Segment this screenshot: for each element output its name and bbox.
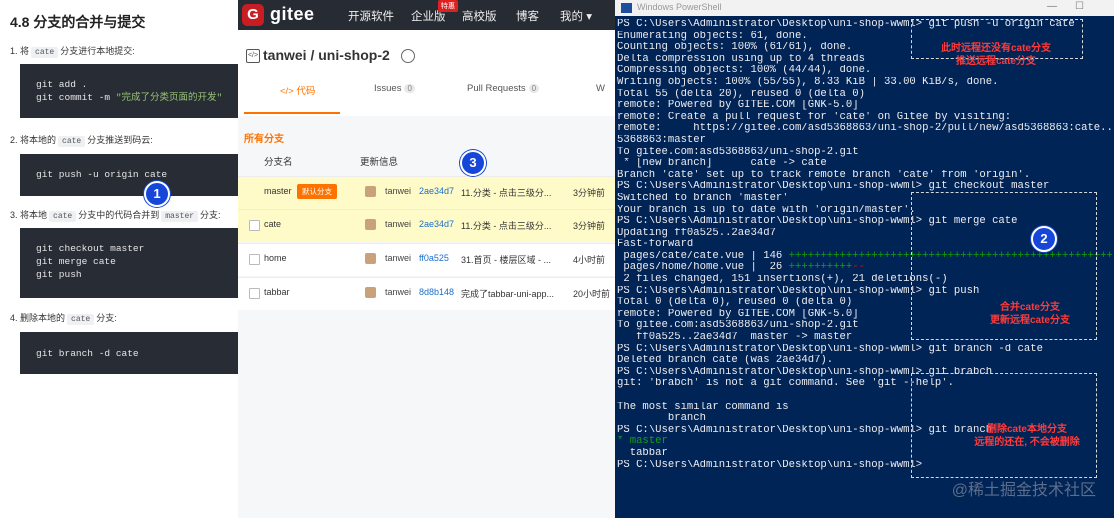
terminal-line: To gitee.com:asd5368863/uni-shop-2.git: [617, 146, 859, 158]
commit-time: 3分钟前: [573, 188, 606, 198]
step-2-text: 2. 将本地的 cate 分支推送到码云:: [10, 135, 153, 147]
powershell-icon: [621, 3, 632, 13]
branch-checkbox[interactable]: [249, 220, 260, 231]
branch-checkbox[interactable]: [249, 288, 260, 299]
commit-user[interactable]: tanwei: [385, 253, 411, 263]
repo-icon: </>: [246, 49, 260, 63]
branch-row[interactable]: cate tanwei 2ae34d7 11.分类 - 点击三级分... 3分钟…: [238, 209, 615, 242]
col-update-info: 更新信息: [360, 157, 399, 168]
avatar: [365, 253, 376, 264]
commit-user[interactable]: tanwei: [385, 186, 411, 196]
branch-name[interactable]: master: [264, 186, 292, 196]
terminal-line: PS C:\Users\Administrator\Desktop\uni-sh…: [617, 343, 1043, 355]
step-1-text: 1. 将 cate 分支进行本地提交:: [10, 46, 135, 58]
tab-wiki[interactable]: W: [596, 83, 605, 94]
doc-panel: 4.8 分支的合并与提交 1. 将 cate 分支进行本地提交: git add .…: [0, 0, 238, 518]
promo-badge: 特惠: [438, 0, 458, 12]
branch-name[interactable]: tabbar: [264, 287, 290, 297]
commit-time: 20小时前: [573, 289, 611, 299]
nav-mine[interactable]: 我的 ▾: [560, 8, 592, 24]
section-title: 4.8 分支的合并与提交: [10, 14, 146, 30]
default-branch-badge: 默认分支: [297, 184, 337, 199]
commit-user[interactable]: tanwei: [385, 219, 411, 229]
terminal-line: Deleted branch cate (was 2ae34d7).: [617, 355, 834, 367]
terminal-line: Branch 'cate' set up to track remote bra…: [617, 169, 1031, 181]
active-tab-indicator: [244, 112, 340, 114]
annotation-note-3: 删除cate本地分支 远程的还在, 不会被删除: [974, 424, 1080, 448]
branch-row[interactable]: master 默认分支 tanwei 2ae34d7 11.分类 - 点击三级分…: [238, 176, 615, 209]
code-block-3: git checkout master git merge cate git p…: [20, 228, 238, 298]
step-3-text: 3. 将本地 cate 分支中的代码合并到 master 分支:: [10, 210, 221, 222]
gitee-brand[interactable]: gitee: [270, 4, 315, 25]
commit-time: 3分钟前: [573, 221, 606, 231]
nav-university[interactable]: 高校版: [462, 8, 497, 24]
branch-checkbox[interactable]: [249, 254, 260, 265]
avatar: [365, 219, 376, 230]
issues-count: 0: [404, 84, 415, 93]
branch-row[interactable]: home tanwei ff0a525 31.首页 - 楼层区域 - ... 4…: [238, 243, 615, 276]
nav-open-source[interactable]: 开源软件: [348, 8, 394, 24]
branch-row[interactable]: tabbar tanwei 8d8b148 完成了tabbar-uni-app.…: [238, 277, 615, 310]
branch-name[interactable]: home: [264, 253, 287, 263]
step-badge-2: 2: [1031, 226, 1057, 252]
terminal-line: Total 55 (delta 20), reused 0 (delta 0): [617, 88, 865, 100]
nav-blog[interactable]: 博客: [516, 8, 539, 24]
maximize-icon[interactable]: ☐: [1075, 1, 1084, 12]
code-chip: cate: [67, 314, 95, 325]
code-chip: cate: [58, 136, 86, 147]
commit-message[interactable]: 完成了tabbar-uni-app...: [461, 287, 571, 300]
commit-message[interactable]: 11.分类 - 点击三级分...: [461, 186, 571, 199]
tab-code[interactable]: </> 代码: [280, 83, 315, 97]
avatar: [365, 186, 376, 197]
avatar: [365, 287, 376, 298]
repo-name[interactable]: tanwei / uni-shop-2: [263, 47, 390, 63]
gitee-panel: G gitee 开源软件 企业版 特惠 高校版 博客 我的 ▾ </> tanw…: [238, 0, 615, 518]
pr-count: 0: [528, 84, 540, 93]
repo-status-icon: [401, 49, 415, 63]
powershell-window: Windows PowerShell — ☐ PS C:\Users\Admin…: [615, 0, 1114, 518]
annotation-note-2: 合并cate分支 更新远程cate分支: [989, 302, 1070, 326]
repo-header: </> tanwei / uni-shop-2 </> 代码 Issues 0 P…: [238, 30, 615, 116]
code-block-2: git push -u origin cate: [20, 154, 238, 196]
commit-hash[interactable]: 2ae34d7: [419, 186, 454, 196]
step-4-text: 4. 删除本地的 cate 分支:: [10, 313, 117, 325]
step-badge-1: 1: [144, 181, 170, 207]
step-badge-3: 3: [460, 150, 486, 176]
code-block-1: git add . git commit -m "完成了分类页面的开发": [20, 64, 238, 118]
terminal-line: remote: Create a pull request for 'cate'…: [617, 111, 1012, 123]
terminal-line: * [new branch] cate -> cate: [617, 158, 827, 170]
commit-hash[interactable]: ff0a525: [419, 253, 449, 263]
code-block-4: git branch -d cate: [20, 332, 238, 374]
commit-message[interactable]: 31.首页 - 楼层区域 - ...: [461, 253, 571, 266]
code-chip: cate: [31, 47, 59, 58]
commit-message[interactable]: 11.分类 - 点击三级分...: [461, 219, 571, 232]
window-title: Windows PowerShell: [637, 2, 722, 12]
terminal-line: remote: https://gitee.com/asd5368863/uni…: [617, 123, 1112, 135]
code-chip: cate: [49, 211, 77, 222]
code-chip: master: [161, 211, 199, 222]
commit-time: 4小时前: [573, 255, 606, 265]
terminal-line: 5368863:master: [617, 134, 707, 146]
ps-titlebar[interactable]: Windows PowerShell — ☐: [615, 0, 1114, 16]
branch-name[interactable]: cate: [264, 219, 281, 229]
watermark: @稀土掘金技术社区: [951, 482, 1096, 499]
terminal-line: remote: Powered by GITEE.COM [GNK-5.0]: [617, 100, 859, 112]
tab-pull-requests[interactable]: Pull Requests 0: [467, 83, 540, 94]
minimize-icon[interactable]: —: [1047, 1, 1057, 12]
terminal-line: Writing objects: 100% (55/55), 8.33 KiB …: [617, 76, 999, 88]
tab-issues[interactable]: Issues 0: [374, 83, 415, 94]
commit-user[interactable]: tanwei: [385, 287, 411, 297]
all-branches-heading: 所有分支: [244, 134, 284, 145]
commit-hash[interactable]: 8d8b148: [419, 287, 454, 297]
gitee-navbar: G gitee 开源软件 企业版 特惠 高校版 博客 我的 ▾: [238, 0, 615, 30]
annotation-note-1: 此时远程还没有cate分支 推送远程cate分支: [940, 43, 1051, 67]
col-branch-name: 分支名: [264, 157, 293, 168]
commit-hash[interactable]: 2ae34d7: [419, 219, 454, 229]
gitee-logo-icon[interactable]: G: [242, 4, 264, 26]
